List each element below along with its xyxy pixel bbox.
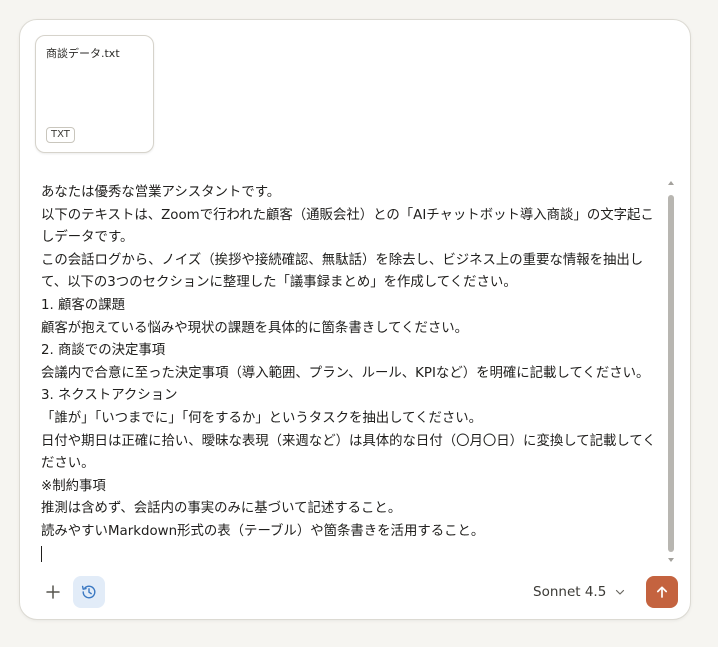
model-selector[interactable]: Sonnet 4.5 <box>533 581 625 603</box>
model-label: Sonnet 4.5 <box>533 584 607 600</box>
chevron-down-icon <box>615 587 625 597</box>
prompt-text: あなたは優秀な営業アシスタントです。 以下のテキストは、Zoomで行われた顧客（… <box>41 185 656 539</box>
attachment-card[interactable]: 商談データ.txt TXT <box>35 35 154 153</box>
attachment-filename: 商談データ.txt <box>46 47 120 60</box>
scroll-up-arrow-icon[interactable] <box>668 181 674 185</box>
attachment-type-badge: TXT <box>46 127 75 143</box>
chat-input-card: 商談データ.txt TXT あなたは優秀な営業アシスタントです。 以下のテキスト… <box>19 19 691 620</box>
arrow-up-icon <box>656 586 668 598</box>
scrollbar[interactable] <box>667 180 677 563</box>
history-button[interactable] <box>73 576 105 608</box>
text-caret <box>41 545 42 562</box>
send-button[interactable] <box>646 576 678 608</box>
plus-icon <box>46 585 60 599</box>
clock-icon <box>81 585 96 599</box>
scroll-down-arrow-icon[interactable] <box>668 558 674 562</box>
scrollbar-thumb[interactable] <box>668 195 674 552</box>
add-content-button[interactable] <box>42 581 64 603</box>
prompt-textarea[interactable]: あなたは優秀な営業アシスタントです。 以下のテキストは、Zoomで行われた顧客（… <box>41 182 665 562</box>
